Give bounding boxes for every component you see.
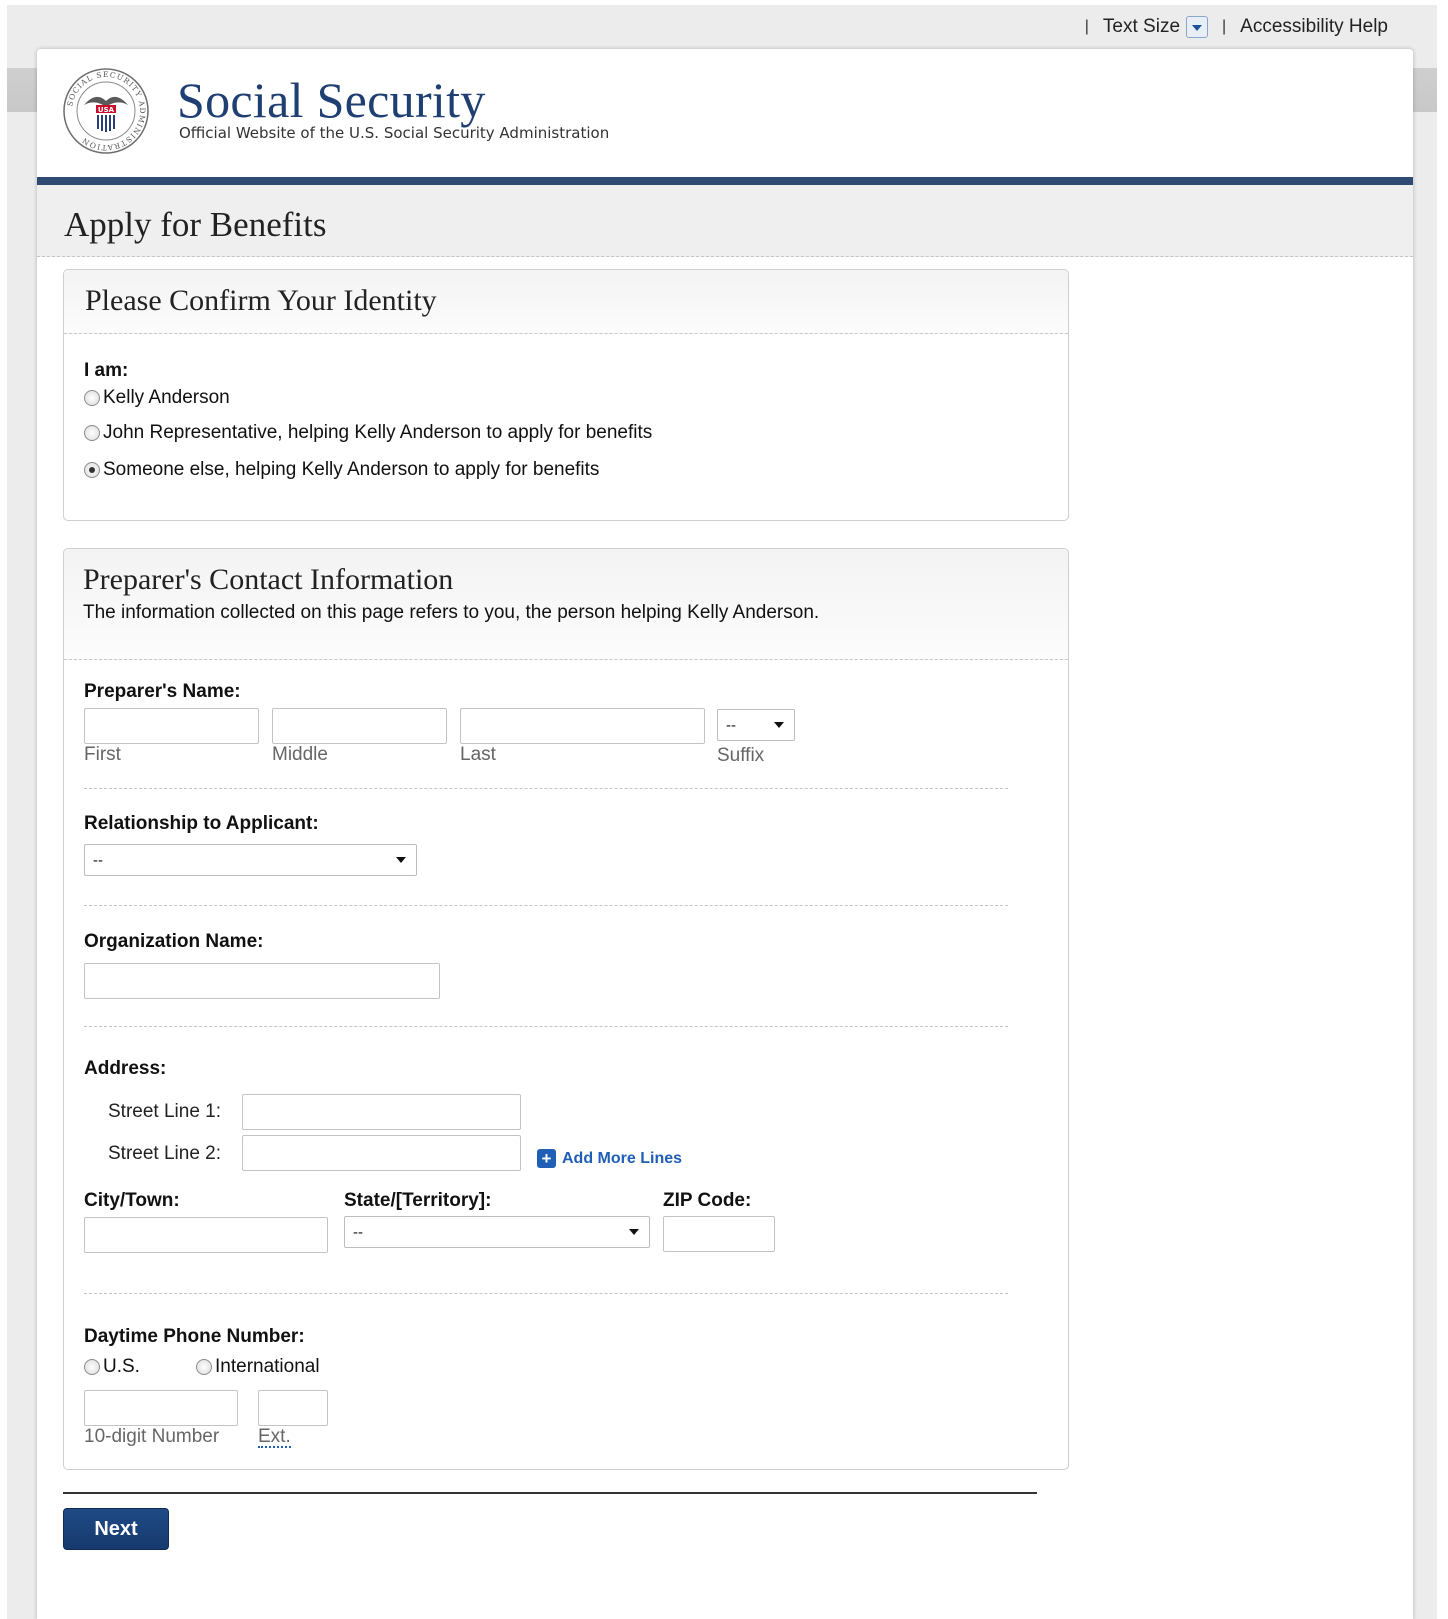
first-label: First xyxy=(84,744,121,765)
relationship-label: Relationship to Applicant: xyxy=(84,813,319,834)
phone-ext-label[interactable]: Ext. xyxy=(258,1427,291,1448)
main-card: USA SOCIAL SECURITY ADMINISTRATION Socia… xyxy=(37,49,1413,1619)
page-title: Apply for Benefits xyxy=(64,205,327,244)
zip-input[interactable] xyxy=(663,1216,775,1252)
utility-separator: | xyxy=(1084,18,1089,35)
chevron-down-icon xyxy=(774,722,784,728)
preparer-panel-header: Preparer's Contact Information The infor… xyxy=(64,549,1068,660)
street-line-1-label: Street Line 1: xyxy=(108,1101,222,1122)
phone-us-label: U.S. xyxy=(103,1356,140,1377)
radio-button[interactable] xyxy=(196,1359,212,1375)
organization-input[interactable] xyxy=(84,963,440,999)
identity-option-label: Kelly Anderson xyxy=(103,387,230,408)
middle-label: Middle xyxy=(272,744,328,765)
radio-button-selected[interactable] xyxy=(84,462,100,478)
suffix-select[interactable]: -- xyxy=(717,709,795,741)
radio-button[interactable] xyxy=(84,390,100,406)
add-more-lines-link[interactable]: + Add More Lines xyxy=(537,1149,682,1168)
phone-label: Daytime Phone Number: xyxy=(84,1326,305,1347)
middle-name-input[interactable] xyxy=(272,708,447,744)
utility-bar: | Text Size | Accessibility Help xyxy=(1071,14,1388,40)
identity-panel-header: Please Confirm Your Identity xyxy=(64,270,1068,334)
ssa-seal-logo: USA SOCIAL SECURITY ADMINISTRATION xyxy=(63,68,149,154)
suffix-select-value: -- xyxy=(726,716,736,734)
organization-label: Organization Name: xyxy=(84,931,264,952)
suffix-label: Suffix xyxy=(717,745,765,766)
phone-number-label: 10-digit Number xyxy=(84,1426,220,1447)
add-more-lines-label: Add More Lines xyxy=(562,1149,683,1167)
page-title-bar: Apply for Benefits xyxy=(37,185,1413,257)
identity-option-label: John Representative, helping Kelly Ander… xyxy=(103,422,653,443)
city-input[interactable] xyxy=(84,1217,328,1253)
i-am-label: I am: xyxy=(84,360,129,381)
seal-center-text: USA xyxy=(98,106,115,114)
preparer-intro: The information collected on this page r… xyxy=(83,602,820,623)
state-select[interactable]: -- xyxy=(344,1216,650,1248)
accessibility-help-link[interactable]: Accessibility Help xyxy=(1240,16,1388,38)
relationship-select-value: -- xyxy=(93,851,103,869)
site-header: USA SOCIAL SECURITY ADMINISTRATION Socia… xyxy=(37,49,1413,177)
section-divider xyxy=(84,905,1008,906)
preparer-name-label: Preparer's Name: xyxy=(84,681,241,702)
street-line-1-input[interactable] xyxy=(242,1094,521,1130)
phone-ext-input[interactable] xyxy=(258,1390,328,1426)
text-size-link[interactable]: Text Size xyxy=(1103,16,1180,38)
identity-heading: Please Confirm Your Identity xyxy=(85,284,437,317)
address-label: Address: xyxy=(84,1058,167,1079)
state-label: State/[Territory]: xyxy=(344,1190,492,1211)
header-rule xyxy=(37,177,1413,185)
section-divider xyxy=(84,1293,1008,1294)
identity-option-someone-else[interactable]: Someone else, helping Kelly Anderson to … xyxy=(84,459,599,481)
chevron-down-icon xyxy=(396,857,406,863)
chevron-down-icon xyxy=(629,1229,639,1235)
plus-icon: + xyxy=(537,1149,556,1168)
identity-option-representative[interactable]: John Representative, helping Kelly Ander… xyxy=(84,422,652,444)
last-label: Last xyxy=(460,744,496,765)
brand-subtitle: Official Website of the U.S. Social Secu… xyxy=(179,124,610,142)
identity-panel: Please Confirm Your Identity I am: Kelly… xyxy=(63,269,1069,521)
identity-option-label: Someone else, helping Kelly Anderson to … xyxy=(103,459,600,480)
relationship-select[interactable]: -- xyxy=(84,844,417,876)
brand-title[interactable]: Social Security xyxy=(177,71,486,129)
phone-number-input[interactable] xyxy=(84,1390,238,1426)
last-name-input[interactable] xyxy=(460,708,705,744)
zip-label: ZIP Code: xyxy=(663,1190,752,1211)
preparer-panel: Preparer's Contact Information The infor… xyxy=(63,548,1069,1470)
first-name-input[interactable] xyxy=(84,708,259,744)
phone-international-option[interactable]: International xyxy=(196,1356,320,1378)
radio-button[interactable] xyxy=(84,1359,100,1375)
identity-option-self[interactable]: Kelly Anderson xyxy=(84,387,230,409)
phone-international-label: International xyxy=(215,1356,320,1377)
phone-us-option[interactable]: U.S. xyxy=(84,1356,140,1378)
section-divider xyxy=(84,1026,1008,1027)
utility-separator: | xyxy=(1222,18,1227,35)
city-label: City/Town: xyxy=(84,1190,180,1211)
street-line-2-input[interactable] xyxy=(242,1135,521,1171)
radio-button[interactable] xyxy=(84,425,100,441)
next-button[interactable]: Next xyxy=(63,1508,169,1550)
street-line-2-label: Street Line 2: xyxy=(108,1143,222,1164)
state-select-value: -- xyxy=(353,1223,363,1241)
chevron-down-icon[interactable] xyxy=(1186,16,1209,38)
form-bottom-rule xyxy=(63,1492,1037,1494)
section-divider xyxy=(84,788,1008,789)
preparer-heading: Preparer's Contact Information xyxy=(83,563,454,596)
